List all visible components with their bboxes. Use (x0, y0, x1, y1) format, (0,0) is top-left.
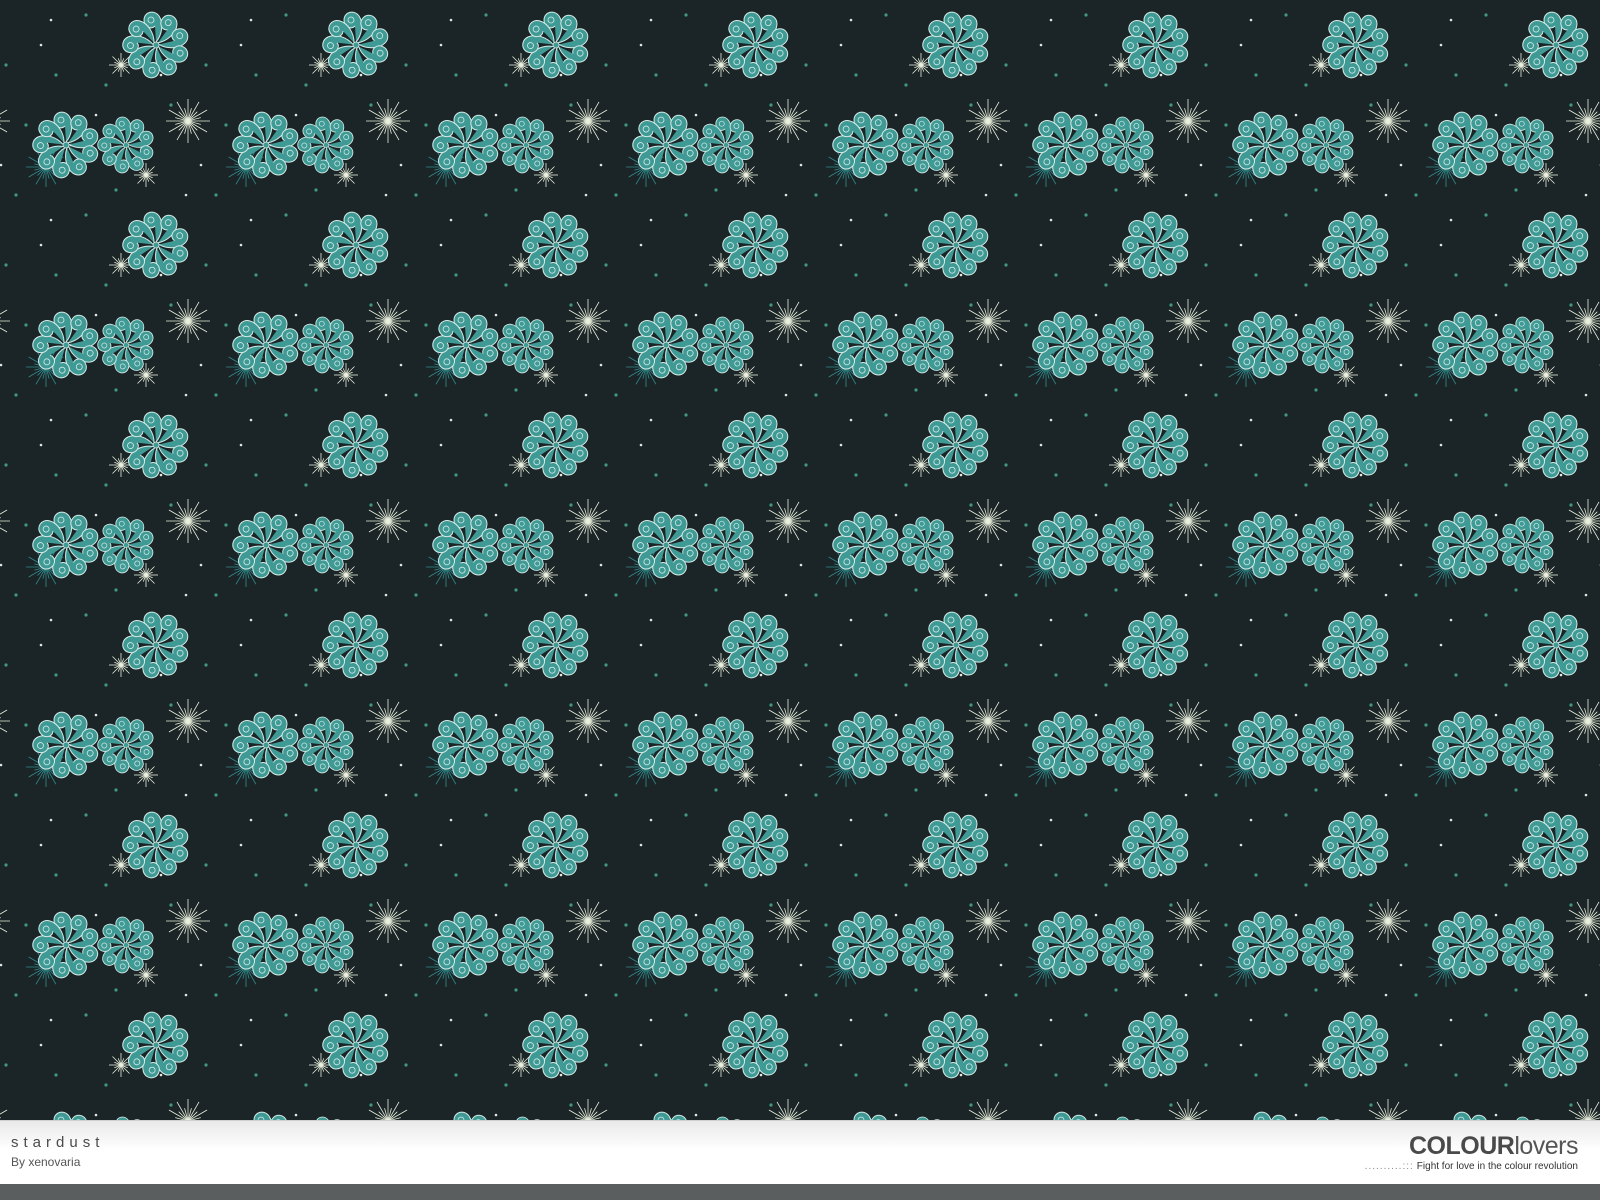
tagline-text: Fight for love in the colour revolution (1416, 1161, 1578, 1172)
logo-bold-text: COLOUR (1408, 1132, 1515, 1160)
tagline-dots: ..........::: (1364, 1161, 1414, 1172)
brand-tagline: ..........::: Fight for love in the colou… (1348, 1161, 1578, 1172)
bottom-strip (0, 1184, 1600, 1200)
colourlovers-logo[interactable]: COLOURlovers (1348, 1132, 1579, 1160)
colourlovers-brand[interactable]: COLOURlovers ..........::: Fight for love… (1348, 1132, 1579, 1172)
stardust-pattern (0, 0, 1600, 1120)
logo-light-text: lovers (1514, 1132, 1578, 1160)
pattern-title: stardust (11, 1134, 105, 1151)
pattern-author: By xenovaria (11, 1155, 81, 1169)
footer-bar: stardust By xenovaria COLOURlovers .....… (0, 1120, 1600, 1185)
pattern-fill (0, 0, 1600, 1120)
